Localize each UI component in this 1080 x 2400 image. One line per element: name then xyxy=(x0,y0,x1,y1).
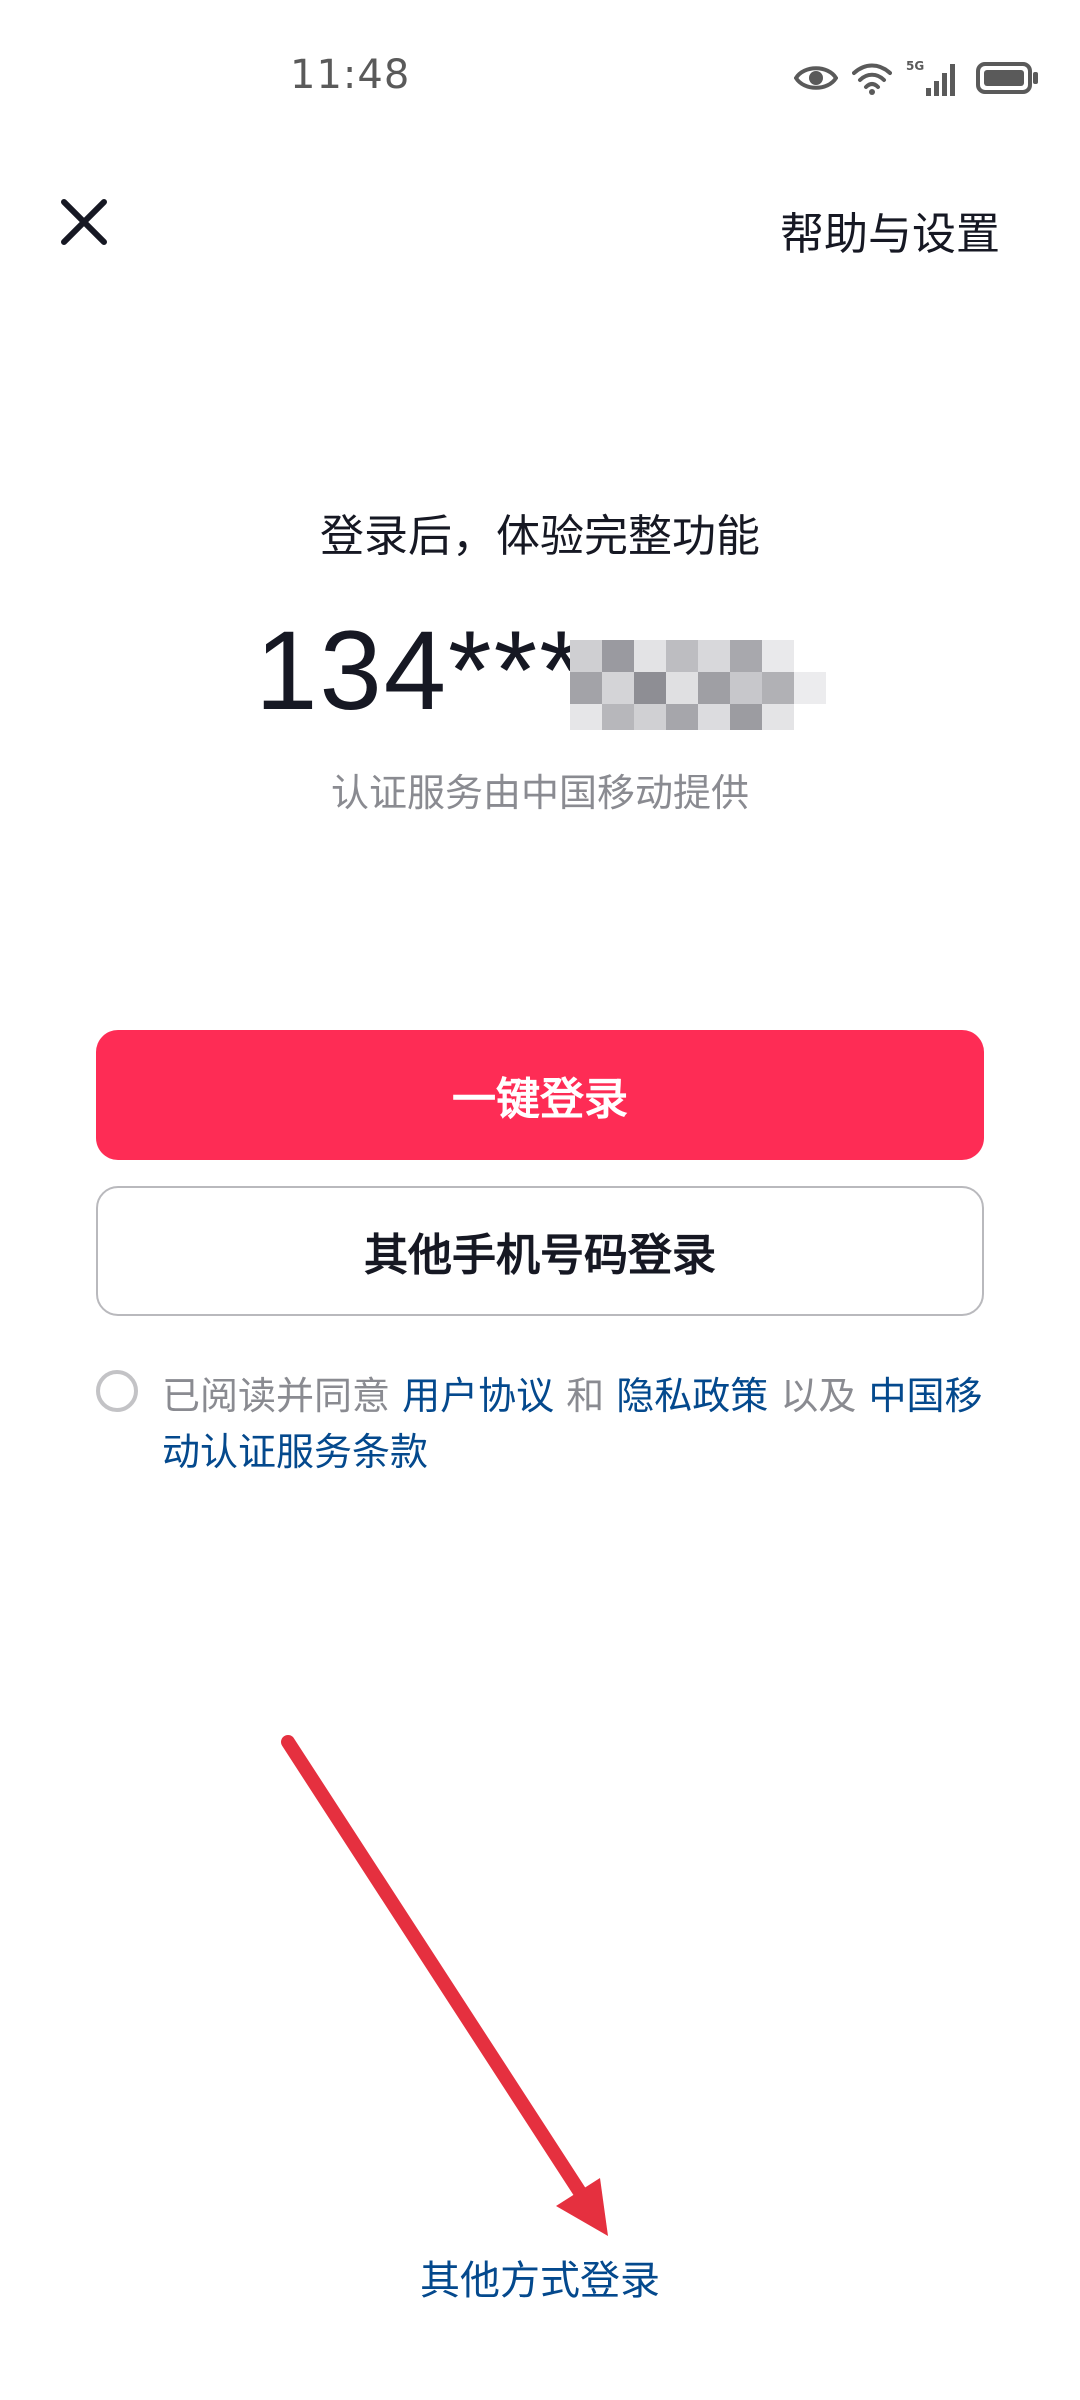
phone-row: 134*** xyxy=(0,608,1080,733)
phone-mosaic-mask xyxy=(560,620,860,730)
status-bar: 11:48 5G xyxy=(0,0,1080,150)
close-button[interactable] xyxy=(52,190,116,254)
agreement-row: 已阅读并同意 用户协议 和 隐私政策 以及 中国移动认证服务条款 xyxy=(96,1368,986,1480)
close-icon xyxy=(61,199,107,245)
login-title: 登录后，体验完整功能 xyxy=(320,511,760,562)
other-login-methods: 其他方式登录 xyxy=(0,2248,1080,2306)
agreement-prefix: 已阅读并同意 xyxy=(162,1374,403,1418)
status-icons: 5G xyxy=(794,56,1040,100)
user-agreement-link[interactable]: 用户协议 xyxy=(402,1374,554,1418)
signal-icon: 5G xyxy=(906,59,955,96)
agreement-checkbox[interactable] xyxy=(96,1370,138,1412)
wifi-icon xyxy=(852,63,892,95)
agreement-text: 已阅读并同意 用户协议 和 隐私政策 以及 中国移动认证服务条款 xyxy=(162,1368,986,1480)
auth-provider-note: 认证服务由中国移动提供 xyxy=(330,771,749,815)
privacy-policy-link[interactable]: 隐私政策 xyxy=(616,1374,768,1418)
phone-number: 134*** xyxy=(255,607,585,733)
other-login-methods-link[interactable]: 其他方式登录 xyxy=(420,2258,660,2304)
other-phone-login-button[interactable]: 其他手机号码登录 xyxy=(96,1186,984,1316)
eye-icon xyxy=(794,66,838,90)
battery-icon xyxy=(976,62,1038,94)
agreement-and: 和 xyxy=(554,1374,617,1418)
agreement-as-well-as: 以及 xyxy=(768,1374,869,1418)
network-label: 5G xyxy=(906,59,924,73)
status-time: 11:48 xyxy=(290,52,411,98)
help-settings-link[interactable]: 帮助与设置 xyxy=(780,198,1000,262)
one-click-login-button[interactable]: 一键登录 xyxy=(96,1030,984,1160)
